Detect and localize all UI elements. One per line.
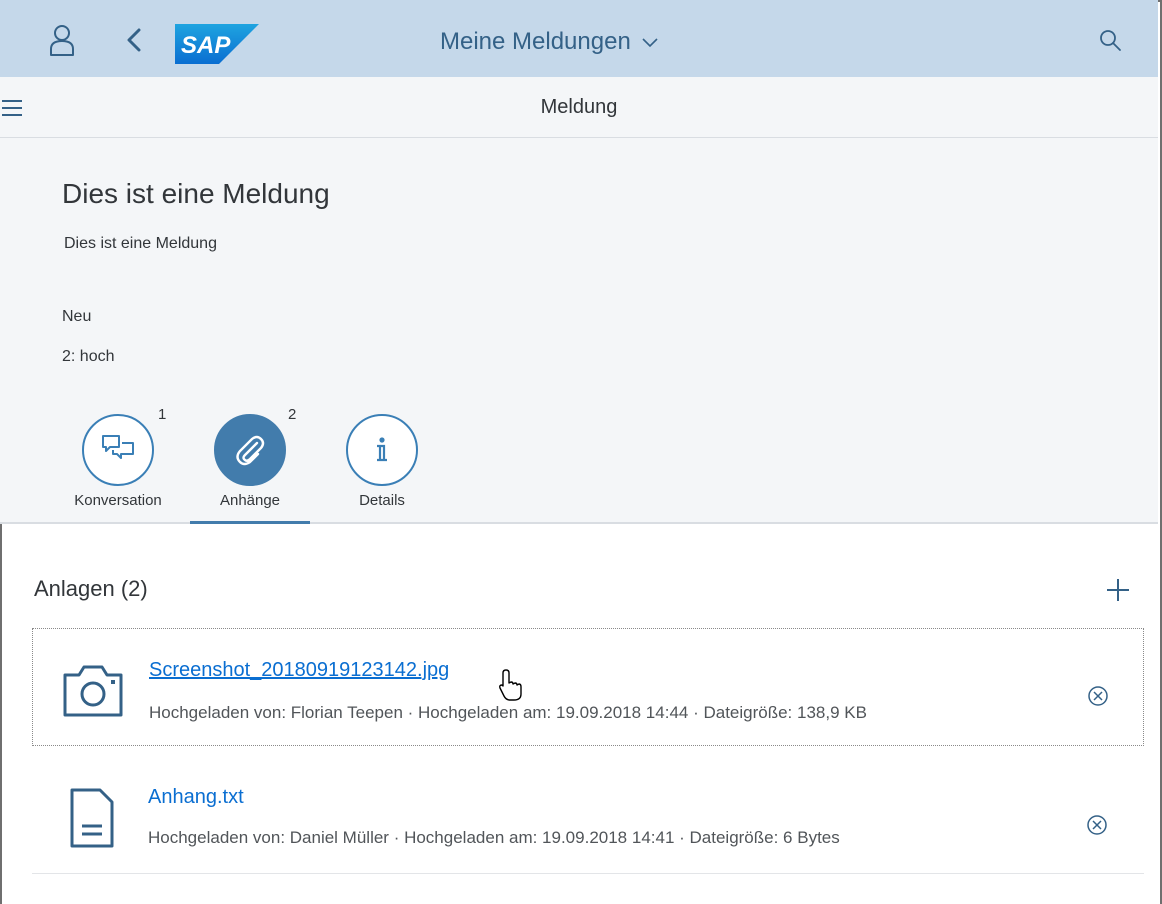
user-icon[interactable] bbox=[44, 22, 80, 58]
chevron-down-icon bbox=[641, 36, 659, 48]
file-meta: Hochgeladen von: Daniel Müller · Hochgel… bbox=[148, 828, 840, 847]
info-icon bbox=[346, 414, 418, 486]
file-meta: Hochgeladen von: Florian Teepen · Hochge… bbox=[149, 703, 867, 722]
shell-bar: SAP Meine Meldungen bbox=[0, 0, 1158, 77]
sap-logo: SAP bbox=[175, 24, 259, 64]
page-title: Meldung bbox=[540, 96, 618, 118]
attachments-title: Anlagen (2) bbox=[34, 576, 148, 601]
document-icon bbox=[60, 786, 124, 850]
search-icon[interactable] bbox=[1092, 22, 1128, 58]
tab-count: 1 bbox=[158, 406, 167, 423]
camera-icon bbox=[61, 659, 125, 723]
object-description: Dies ist eine Meldung bbox=[64, 235, 217, 252]
app-title: Meine Meldungen bbox=[440, 28, 631, 55]
active-tab-indicator bbox=[190, 521, 310, 524]
tab-details[interactable]: Details bbox=[322, 406, 442, 526]
conversation-icon bbox=[82, 414, 154, 486]
app-title-dropdown[interactable]: Meine Meldungen bbox=[440, 22, 740, 62]
menu-icon[interactable] bbox=[0, 95, 30, 121]
remove-icon[interactable] bbox=[1086, 814, 1108, 836]
remove-icon[interactable] bbox=[1087, 685, 1109, 707]
tab-count: 2 bbox=[288, 406, 297, 423]
file-name-link[interactable]: Anhang.txt bbox=[148, 786, 244, 809]
tab-label: Konversation bbox=[74, 492, 162, 509]
paperclip-icon bbox=[214, 414, 286, 486]
tab-label: Details bbox=[359, 492, 405, 509]
tab-label: Anhänge bbox=[219, 492, 281, 509]
object-title: Dies ist eine Meldung bbox=[62, 178, 330, 209]
tab-anhaenge[interactable]: 2 Anhänge bbox=[190, 406, 310, 526]
status-text: Neu bbox=[62, 308, 92, 325]
priority-text: 2: hoch bbox=[62, 348, 115, 365]
page-header: Meldung bbox=[0, 77, 1158, 138]
list-item[interactable]: Anhang.txt Hochgeladen von: Daniel Mülle… bbox=[32, 756, 1144, 874]
add-icon[interactable] bbox=[1104, 576, 1132, 604]
back-icon[interactable] bbox=[116, 22, 152, 58]
svg-text:SAP: SAP bbox=[181, 32, 231, 59]
list-item[interactable]: Screenshot_20180919123142.jpg Hochgelade… bbox=[32, 628, 1144, 746]
file-name-link[interactable]: Screenshot_20180919123142.jpg bbox=[149, 659, 449, 682]
tab-konversation[interactable]: 1 Konversation bbox=[58, 406, 178, 526]
hand-cursor-icon bbox=[498, 668, 524, 702]
object-header: Dies ist eine Meldung Dies ist eine Meld… bbox=[0, 138, 1158, 524]
